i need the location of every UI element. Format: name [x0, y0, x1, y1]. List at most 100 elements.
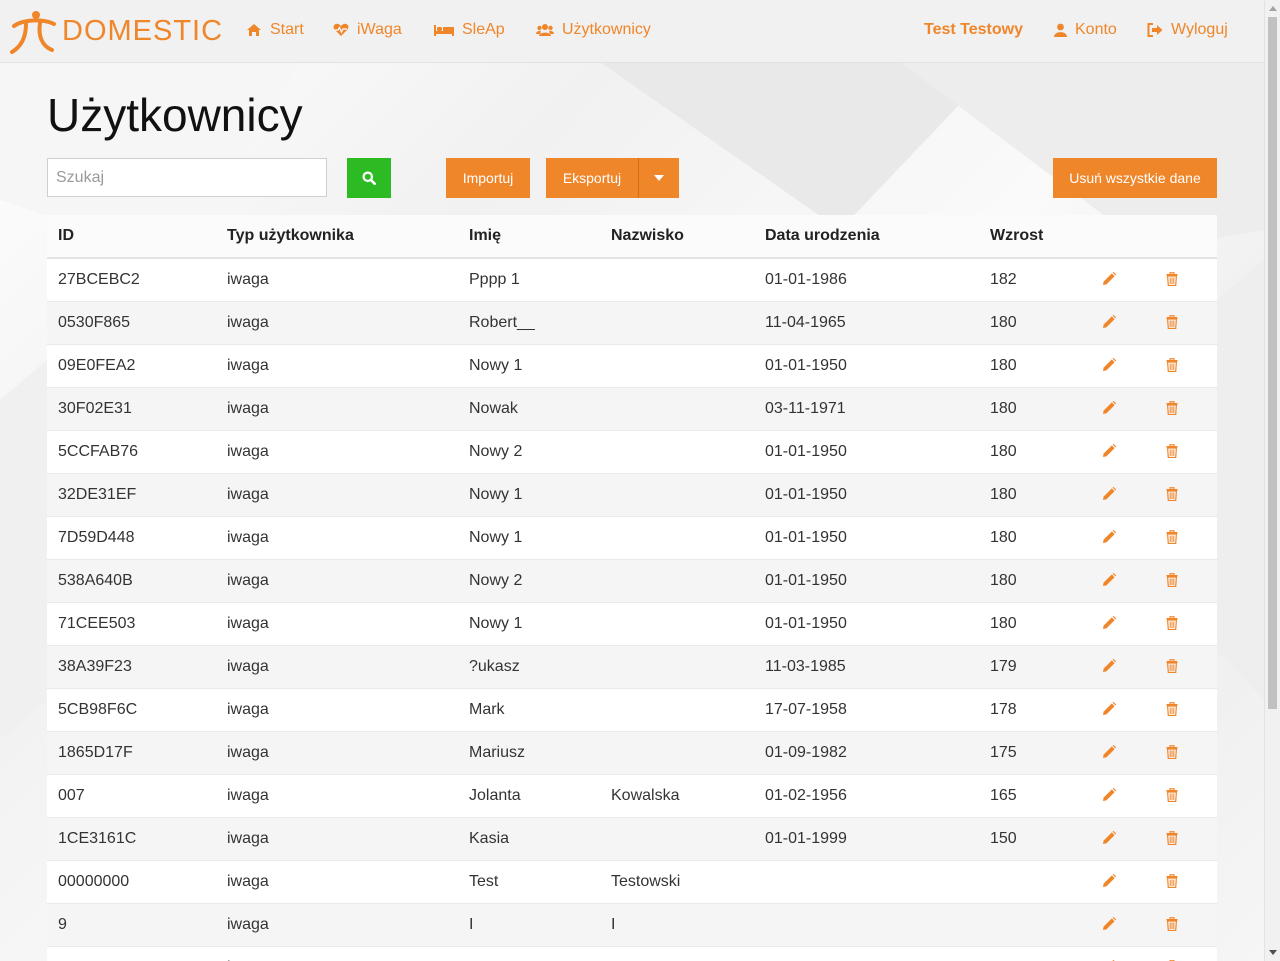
cell-last-name: H — [600, 946, 754, 961]
trash-icon[interactable] — [1163, 657, 1181, 675]
trash-icon[interactable] — [1163, 485, 1181, 503]
edit-pencil-icon[interactable] — [1100, 915, 1118, 933]
column-header-height[interactable]: Wzrost — [979, 215, 1091, 259]
scroll-down-arrow-icon[interactable] — [1269, 950, 1277, 955]
edit-pencil-icon[interactable] — [1100, 313, 1118, 331]
brand-name: DOMESTIC — [62, 14, 224, 47]
edit-pencil-icon[interactable] — [1100, 356, 1118, 374]
caret-down-icon — [654, 175, 664, 181]
column-header-user-type[interactable]: Typ użytkownika — [216, 215, 458, 259]
nav-iwaga[interactable]: iWaga — [333, 19, 402, 41]
edit-pencil-icon[interactable] — [1100, 700, 1118, 718]
trash-icon[interactable] — [1163, 614, 1181, 632]
column-header-last-name[interactable]: Nazwisko — [600, 215, 754, 259]
users-table-container: ID Typ użytkownika Imię Nazwisko Data ur… — [47, 215, 1217, 961]
edit-pencil-icon[interactable] — [1100, 657, 1118, 675]
cell-height: 180 — [979, 430, 1091, 474]
edit-pencil-icon[interactable] — [1100, 786, 1118, 804]
search-button[interactable] — [347, 158, 391, 198]
edit-pencil-icon[interactable] — [1100, 743, 1118, 761]
nav-logout[interactable]: Wyloguj — [1147, 19, 1228, 41]
nav-users[interactable]: Użytkownicy — [536, 19, 651, 41]
trash-icon[interactable] — [1163, 829, 1181, 847]
table-row: 0530F865 iwaga Robert__ 11-04-1965 180 — [47, 301, 1217, 345]
table-row: 1CE3161C iwaga Kasia 01-01-1999 150 — [47, 817, 1217, 861]
user-icon — [1053, 22, 1067, 38]
trash-icon[interactable] — [1163, 442, 1181, 460]
export-dropdown-toggle[interactable] — [638, 158, 679, 198]
trash-icon[interactable] — [1163, 399, 1181, 417]
edit-pencil-icon[interactable] — [1100, 485, 1118, 503]
cell-user-type: iwaga — [216, 731, 458, 775]
cell-edit — [1091, 817, 1127, 861]
trash-icon[interactable] — [1163, 313, 1181, 331]
trash-icon[interactable] — [1163, 356, 1181, 374]
column-header-id[interactable]: ID — [47, 215, 216, 259]
cell-edit — [1091, 387, 1127, 431]
scrollbar-thumb[interactable] — [1268, 17, 1277, 709]
cell-first-name: Nowy 1 — [458, 516, 600, 560]
table-row: 8iwagaHH — [47, 946, 1217, 961]
nav-start[interactable]: Start — [246, 19, 304, 41]
cell-birth-date: 11-04-1965 — [754, 301, 979, 345]
cell-user-type: iwaga — [216, 559, 458, 603]
cell-first-name: I — [458, 903, 600, 947]
search-input[interactable] — [47, 158, 327, 197]
cell-last-name — [600, 257, 754, 302]
brand-logo[interactable]: DOMESTIC — [8, 8, 223, 54]
table-row: 32DE31EF iwaga Nowy 1 01-01-1950 180 — [47, 473, 1217, 517]
cell-first-name: Pppp 1 — [458, 257, 600, 302]
cell-birth-date: 01-01-1950 — [754, 602, 979, 646]
trash-icon[interactable] — [1163, 743, 1181, 761]
cell-last-name — [600, 387, 754, 431]
table-row: 007 iwaga Jolanta Kowalska 01-02-1956 165 — [47, 774, 1217, 818]
trash-icon[interactable] — [1163, 571, 1181, 589]
export-button[interactable]: Eksportuj — [546, 158, 638, 198]
edit-pencil-icon[interactable] — [1100, 442, 1118, 460]
edit-pencil-icon[interactable] — [1100, 528, 1118, 546]
table-row: 09E0FEA2 iwaga Nowy 1 01-01-1950 180 — [47, 344, 1217, 388]
cell-last-name — [600, 688, 754, 732]
edit-pencil-icon[interactable] — [1100, 614, 1118, 632]
trash-icon[interactable] — [1163, 270, 1181, 288]
cell-height — [979, 860, 1091, 904]
page-scrollbar[interactable] — [1264, 0, 1280, 961]
nav-sleap[interactable]: SleAp — [434, 19, 505, 41]
delete-all-data-button[interactable]: Usuń wszystkie dane — [1053, 158, 1217, 198]
cell-id: 7D59D448 — [47, 516, 216, 560]
edit-pencil-icon[interactable] — [1100, 571, 1118, 589]
current-user-name[interactable]: Test Testowy — [924, 19, 1023, 41]
cell-height: 180 — [979, 602, 1091, 646]
cell-user-type: iwaga — [216, 344, 458, 388]
edit-pencil-icon[interactable] — [1100, 829, 1118, 847]
column-header-birth-date[interactable]: Data urodzenia — [754, 215, 979, 259]
trash-icon[interactable] — [1163, 528, 1181, 546]
nav-account-label: Konto — [1075, 21, 1117, 38]
trash-icon[interactable] — [1163, 786, 1181, 804]
cell-last-name: Kowalska — [600, 774, 754, 818]
edit-pencil-icon[interactable] — [1100, 399, 1118, 417]
trash-icon[interactable] — [1163, 958, 1181, 961]
column-header-first-name[interactable]: Imię — [458, 215, 600, 259]
trash-icon[interactable] — [1163, 915, 1181, 933]
trash-icon[interactable] — [1163, 872, 1181, 890]
domestic-logo-icon — [10, 11, 56, 54]
top-navbar: DOMESTIC Start iWaga SleAp Użytkownicy T… — [0, 0, 1264, 63]
edit-pencil-icon[interactable] — [1100, 270, 1118, 288]
nav-account[interactable]: Konto — [1053, 19, 1117, 41]
cell-delete — [1127, 559, 1217, 603]
cell-birth-date — [754, 946, 979, 961]
cell-user-type: iwaga — [216, 257, 458, 302]
cell-height — [979, 903, 1091, 947]
edit-pencil-icon[interactable] — [1100, 872, 1118, 890]
edit-pencil-icon[interactable] — [1100, 958, 1118, 961]
cell-first-name: Mariusz — [458, 731, 600, 775]
cell-delete — [1127, 301, 1217, 345]
cell-height: 182 — [979, 257, 1091, 302]
cell-id: 8 — [47, 946, 216, 961]
trash-icon[interactable] — [1163, 700, 1181, 718]
cell-delete — [1127, 688, 1217, 732]
import-button[interactable]: Importuj — [446, 158, 530, 198]
cell-delete — [1127, 257, 1217, 302]
scroll-up-arrow-icon[interactable] — [1269, 6, 1277, 11]
